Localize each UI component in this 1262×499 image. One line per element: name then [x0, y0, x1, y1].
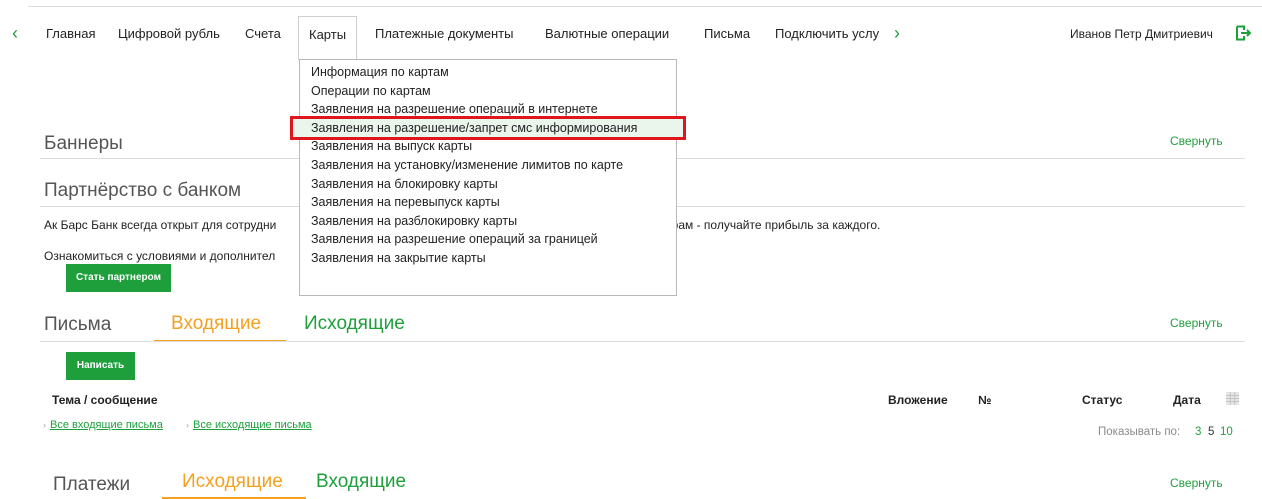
become-partner-button[interactable]: Стать партнером [66, 264, 171, 292]
tab-letters-incoming[interactable]: Входящие [171, 313, 261, 335]
nav-item-letters[interactable]: Письма [704, 26, 750, 41]
bullet-icon: › [43, 420, 46, 430]
table-settings-icon[interactable] [1226, 392, 1239, 405]
letters-title: Письма [44, 314, 112, 335]
page-size-5[interactable]: 5 [1208, 426, 1214, 438]
partnership-text-right: ёрам - получайте прибыль за каждого. [665, 218, 881, 232]
column-status[interactable]: Статус [1082, 393, 1122, 407]
nav-item-currency-operations[interactable]: Валютные операции [545, 26, 669, 41]
user-name[interactable]: Иванов Петр Дмитриевич [1070, 27, 1213, 41]
column-number[interactable]: № [978, 393, 991, 407]
tab-payments-outgoing[interactable]: Исходящие [182, 471, 283, 493]
bullet-icon: › [186, 420, 189, 430]
all-incoming-letters-link[interactable]: Все входящие письма [50, 419, 163, 431]
column-date[interactable]: Дата [1173, 393, 1201, 407]
nav-item-payment-documents[interactable]: Платежные документы [375, 26, 513, 41]
menu-item-card-issue[interactable]: Заявления на выпуск карты [300, 137, 676, 156]
menu-item-card-limits[interactable]: Заявления на установку/изменение лимитов… [300, 156, 676, 175]
page-size-10[interactable]: 10 [1220, 426, 1233, 438]
column-subject[interactable]: Тема / сообщение [52, 393, 158, 407]
banners-collapse-link[interactable]: Свернуть [1170, 134, 1223, 148]
menu-item-internet-operations[interactable]: Заявления на разрешение операций в интер… [300, 100, 676, 119]
all-outgoing-letters-link[interactable]: Все исходящие письма [193, 419, 312, 431]
menu-item-card-operations[interactable]: Операции по картам [300, 82, 676, 101]
nav-item-cards[interactable]: Карты [298, 16, 358, 60]
partnership-text-left: Ак Барс Банк всегда открыт для сотрудни [44, 218, 277, 232]
tab-letters-outgoing[interactable]: Исходящие [304, 313, 405, 335]
nav-item-digital-ruble[interactable]: Цифровой рубль [118, 26, 220, 41]
menu-item-card-close[interactable]: Заявления на закрытие карты [300, 249, 676, 268]
menu-item-abroad-operations[interactable]: Заявления на разрешение операций за гран… [300, 230, 676, 249]
menu-item-card-block[interactable]: Заявления на блокировку карты [300, 175, 676, 194]
show-by-label: Показывать по: [1098, 426, 1181, 438]
menu-item-card-reissue[interactable]: Заявления на перевыпуск карты [300, 193, 676, 212]
logout-icon[interactable] [1235, 25, 1251, 41]
nav-item-home[interactable]: Главная [46, 26, 95, 41]
payments-collapse-link[interactable]: Свернуть [1170, 476, 1223, 490]
menu-item-sms-notifications[interactable]: Заявления на разрешение/запрет смс инфор… [290, 115, 686, 141]
cards-dropdown-menu: Информация по картам Операции по картам … [290, 59, 686, 296]
page-size-3[interactable]: 3 [1195, 426, 1201, 438]
write-letter-button[interactable]: Написать [66, 352, 135, 380]
letters-collapse-link[interactable]: Свернуть [1170, 316, 1223, 330]
menu-item-card-info[interactable]: Информация по картам [300, 63, 676, 82]
tab-payments-incoming[interactable]: Входящие [316, 471, 406, 493]
nav-item-connect-services[interactable]: Подключить услу [775, 26, 879, 41]
payments-title: Платежи [53, 474, 131, 495]
banners-title: Баннеры [44, 133, 123, 154]
nav-next-arrow[interactable]: › [894, 24, 900, 42]
partnership-title: Партнёрство с банком [44, 180, 242, 201]
nav-prev-arrow[interactable]: ‹ [12, 24, 18, 42]
partnership-conditions-text: Ознакомиться с условиями и дополнител [44, 249, 276, 263]
nav-item-accounts[interactable]: Счета [245, 26, 281, 41]
column-attachment[interactable]: Вложение [888, 393, 948, 407]
letters-divider [40, 341, 1245, 342]
main-nav: ‹ Главная Цифровой рубль Счета Карты Пла… [0, 0, 1262, 60]
menu-item-card-unblock[interactable]: Заявления на разблокировку карты [300, 212, 676, 231]
